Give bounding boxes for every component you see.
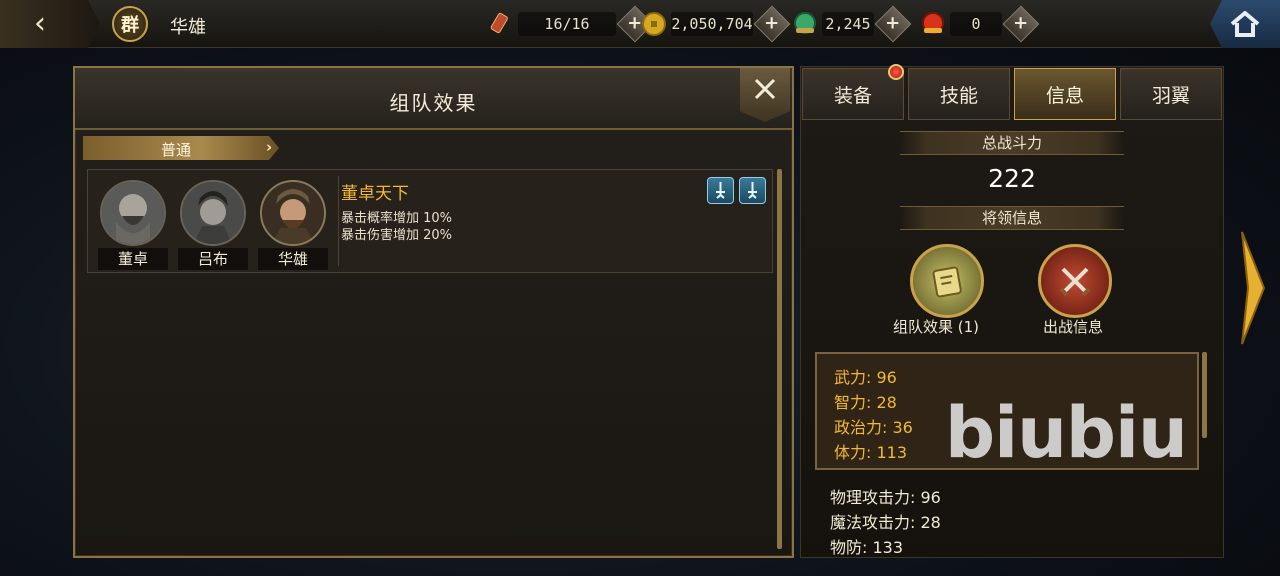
- plus-icon: +: [885, 13, 901, 34]
- close-icon: [754, 78, 776, 100]
- tab-skills[interactable]: 技能: [908, 68, 1010, 120]
- tab-wings[interactable]: 羽翼: [1120, 68, 1222, 120]
- member-name: 华雄: [258, 248, 328, 270]
- combo-title: 董卓天下: [341, 184, 409, 204]
- watermark: biubiu: [945, 392, 1188, 474]
- next-hero-button[interactable]: [1238, 228, 1268, 348]
- tab-info[interactable]: 信息: [1014, 68, 1116, 120]
- attr-magic-attack: 魔法攻击力: 28: [830, 513, 941, 532]
- sword-skill-icon[interactable]: [707, 177, 734, 204]
- hero-name: 华雄: [170, 17, 206, 38]
- portrait-avatar: [100, 180, 166, 246]
- faction-badge: 群: [112, 6, 148, 42]
- team-effect-button[interactable]: [910, 244, 984, 318]
- stamina-value: 16/16: [518, 12, 616, 36]
- attr-stamina: 体力: 113: [834, 443, 908, 462]
- jade-icon: [792, 11, 818, 37]
- member-name: 吕布: [178, 248, 248, 270]
- tab-normal[interactable]: 普通 ›: [83, 136, 279, 160]
- sword-skill-icon[interactable]: [739, 177, 766, 204]
- attr-force: 武力: 96: [834, 368, 897, 387]
- scrollbar[interactable]: [1202, 352, 1207, 438]
- attr-intelligence: 智力: 28: [834, 393, 897, 412]
- add-ruby-button[interactable]: +: [1002, 5, 1040, 43]
- combo-effect: 暴击伤害增加 20%: [341, 228, 453, 243]
- ruby-icon: [920, 11, 946, 37]
- add-jade-button[interactable]: +: [874, 5, 912, 43]
- power-value: 222: [988, 164, 1036, 193]
- back-button[interactable]: ‹: [0, 0, 100, 48]
- gold-resource: 2,050,704 +: [641, 5, 791, 43]
- top-bar: ‹ 群 华雄 16/16 + 2,050,704 + 2,245 + 0 +: [0, 0, 1280, 48]
- stamina-resource: 16/16 +: [488, 5, 654, 43]
- jade-value: 2,245: [822, 12, 874, 36]
- coin-icon: [641, 11, 667, 37]
- attr-physical-defense: 物防: 133: [830, 538, 904, 557]
- plus-icon: +: [764, 13, 780, 34]
- power-label: 总战斗力: [900, 131, 1124, 155]
- home-button[interactable]: [1210, 0, 1280, 48]
- general-info-label: 将领信息: [900, 206, 1124, 230]
- chevron-right-icon: ›: [266, 138, 273, 156]
- gold-value: 2,050,704: [671, 12, 753, 36]
- scroll-book-icon: [932, 266, 962, 298]
- ruby-value: 0: [950, 12, 1002, 36]
- attr-politics: 政治力: 36: [834, 418, 913, 437]
- team-effect-dialog: 组队效果 普通 › 董卓 吕布 华雄 董卓天下 暴击概率增加 10% 暴击伤害增…: [73, 66, 794, 558]
- member-lvbu[interactable]: 吕布: [178, 180, 248, 270]
- add-gold-button[interactable]: +: [753, 5, 791, 43]
- plus-icon: +: [1013, 13, 1029, 34]
- dialog-title: 组队效果: [389, 91, 478, 115]
- member-name: 董卓: [98, 248, 168, 270]
- tab-normal-label: 普通: [161, 141, 192, 159]
- member-huaxiong[interactable]: 华雄: [258, 180, 328, 270]
- crossed-swords-icon: [1059, 267, 1091, 297]
- jade-resource: 2,245 +: [792, 5, 912, 43]
- ruby-resource: 0 +: [920, 5, 1040, 43]
- divider: [338, 176, 339, 266]
- battle-info-button[interactable]: [1038, 244, 1112, 318]
- scrollbar[interactable]: [777, 169, 782, 549]
- chevron-left-icon: ‹: [34, 6, 46, 41]
- home-icon: [1230, 11, 1260, 37]
- team-effect-label: 组队效果 (1): [893, 318, 980, 336]
- portrait-avatar: [180, 180, 246, 246]
- notification-dot-icon: [888, 64, 904, 80]
- chevron-right-icon: [1241, 231, 1266, 345]
- attr-physical-attack: 物理攻击力: 96: [830, 488, 941, 507]
- member-dongzhuo[interactable]: 董卓: [98, 180, 168, 270]
- combo-card: 董卓 吕布 华雄 董卓天下 暴击概率增加 10% 暴击伤害增加 20%: [87, 169, 773, 273]
- portrait-avatar: [260, 180, 326, 246]
- battle-info-label: 出战信息: [1043, 318, 1104, 336]
- scroll-icon: [488, 11, 514, 37]
- close-button[interactable]: [740, 68, 790, 122]
- dialog-header: 组队效果: [75, 68, 792, 130]
